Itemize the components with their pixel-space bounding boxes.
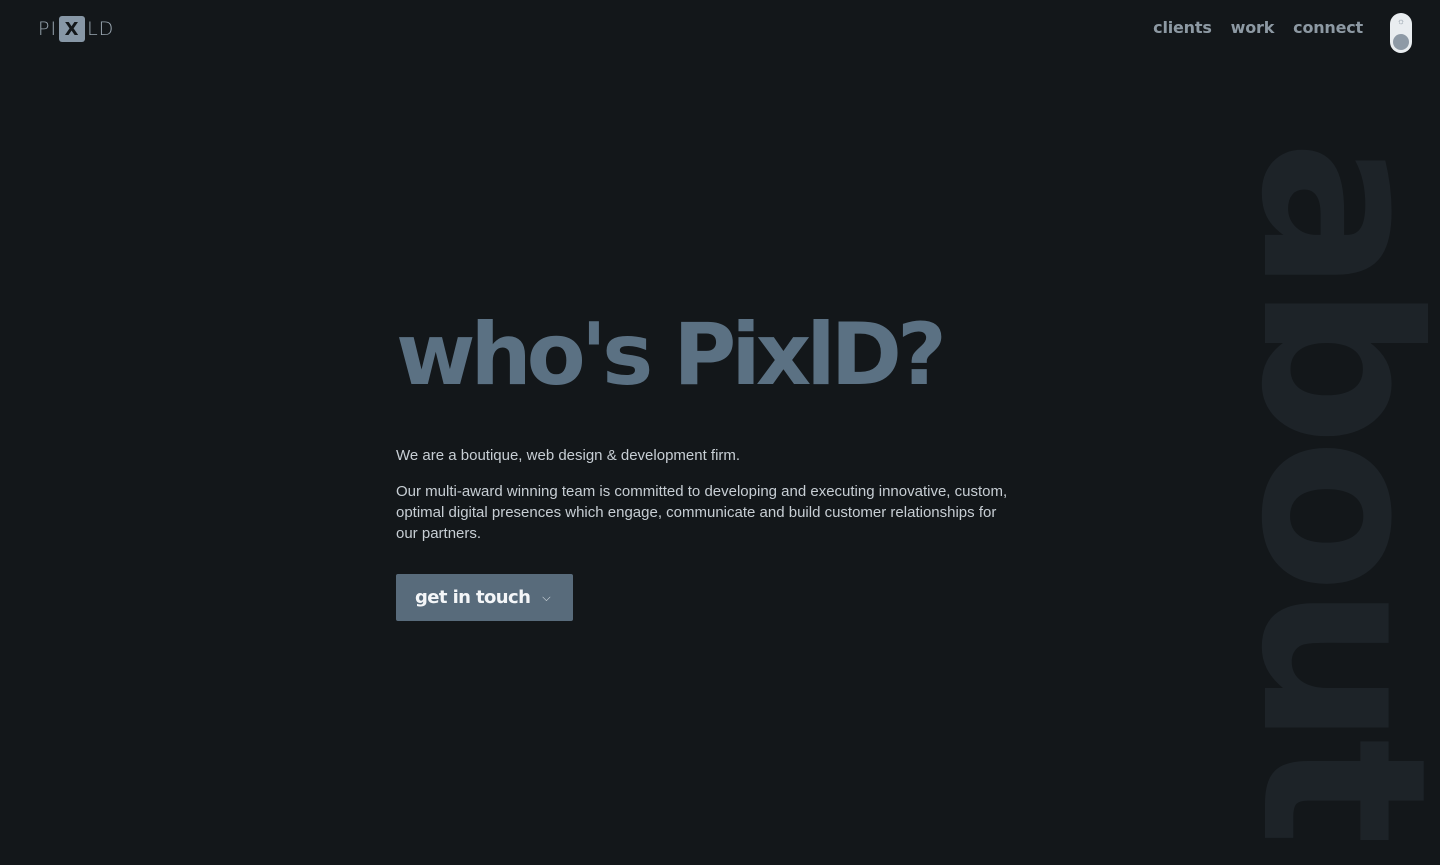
cta-label: get in touch: [415, 587, 531, 608]
watermark-text: about: [1256, 140, 1428, 839]
theme-toggle[interactable]: ☼: [1390, 13, 1412, 53]
logo-mark: X: [59, 16, 86, 42]
chevron-down-icon: ⌵: [542, 592, 551, 604]
logo-left: PI: [38, 18, 58, 40]
get-in-touch-button[interactable]: get in touch ⌵: [396, 574, 573, 621]
toggle-knob: [1393, 34, 1409, 50]
nav-link-clients[interactable]: clients: [1153, 18, 1212, 37]
nav-link-connect[interactable]: connect: [1293, 18, 1363, 37]
pixld-logo[interactable]: PI X LD: [38, 16, 114, 42]
intro-text: We are a boutique, web design & developm…: [396, 447, 741, 464]
main-nav: clients work connect: [1153, 18, 1363, 37]
sun-icon: ☼: [1396, 16, 1406, 26]
body-text: Our multi-award winning team is committe…: [396, 483, 1008, 542]
hero-title: who's PixlD?: [396, 305, 947, 405]
nav-link-work[interactable]: work: [1231, 18, 1275, 37]
page: about PI X LD clients work connect ☼ who…: [0, 0, 1440, 865]
logo-right: LD: [87, 18, 115, 40]
about-watermark: about: [1256, 140, 1428, 840]
